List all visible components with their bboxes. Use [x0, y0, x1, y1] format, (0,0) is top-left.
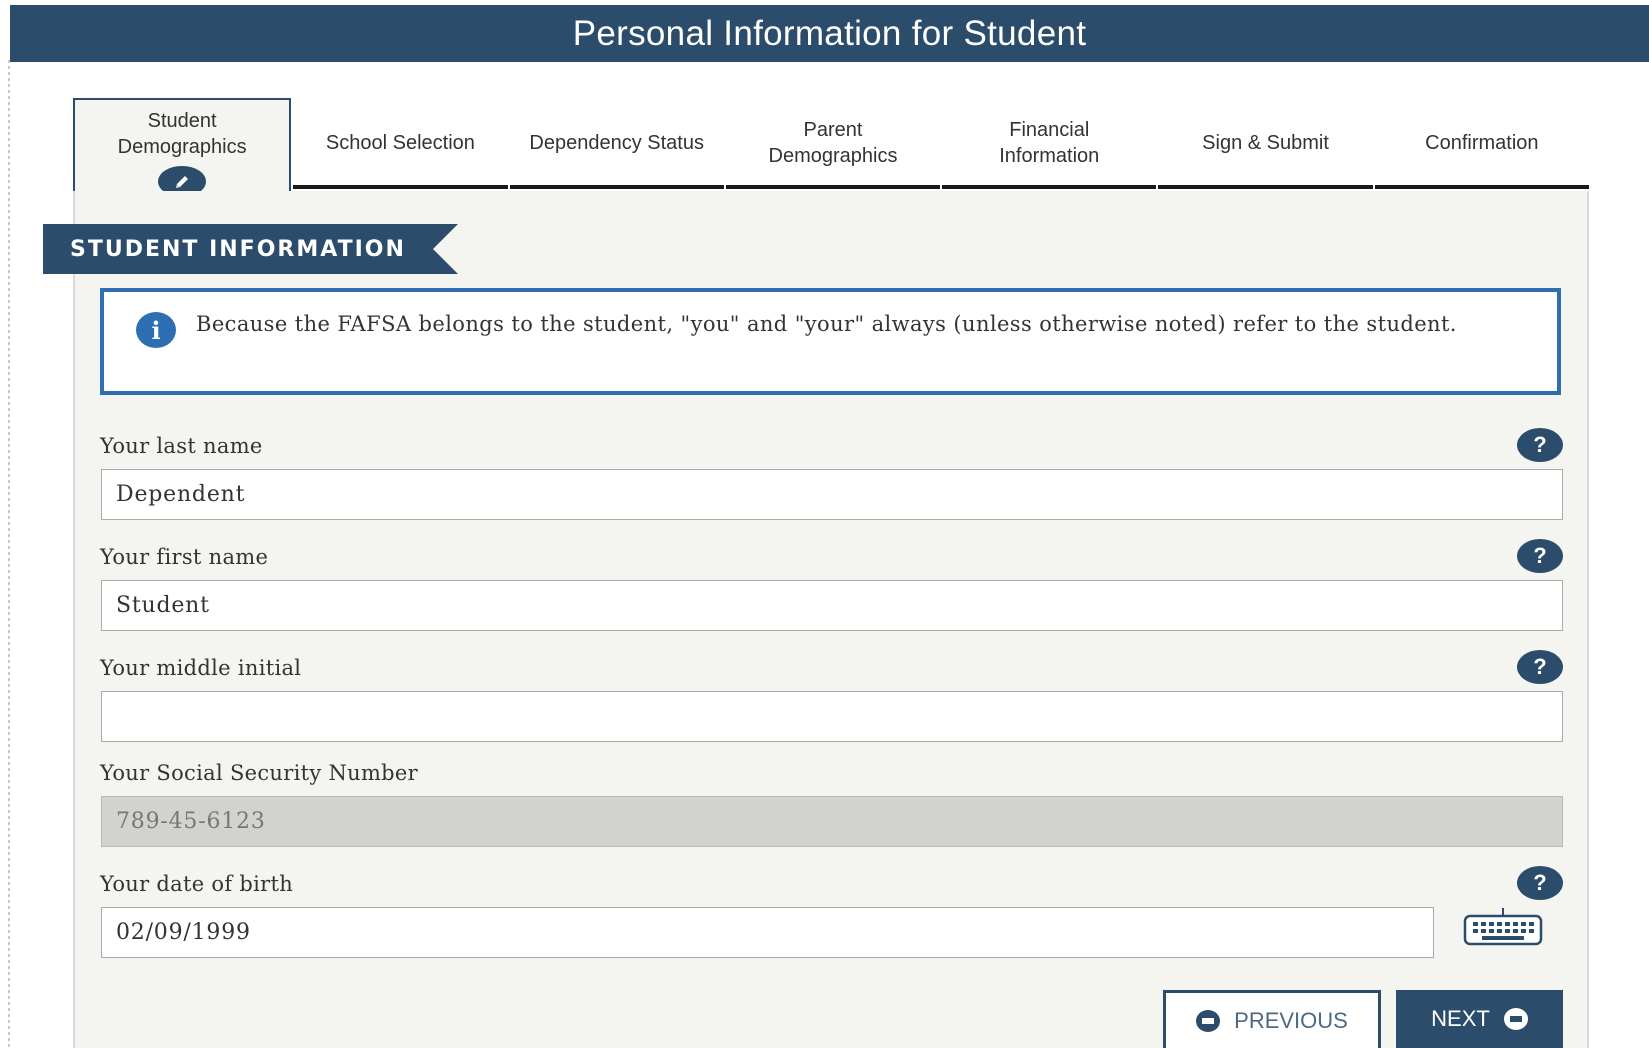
dob-help-icon[interactable]: ? [1517, 866, 1563, 900]
last-name-input[interactable] [101, 469, 1563, 520]
previous-button-label: PREVIOUS [1234, 1007, 1348, 1033]
middle-initial-label: Your middle initial [100, 656, 302, 680]
next-button-label: NEXT [1431, 1006, 1490, 1031]
tab-label: Student Demographics [117, 110, 247, 158]
first-name-input[interactable] [101, 580, 1563, 631]
tab-label: Confirmation [1425, 131, 1539, 154]
page-title: Personal Information for Student [572, 13, 1087, 53]
dob-label: Your date of birth [100, 872, 294, 896]
tab-parent-demographics[interactable]: Parent Demographics [725, 100, 941, 189]
dob-input[interactable] [101, 907, 1434, 958]
tab-label: Parent Demographics [768, 118, 898, 167]
middle-initial-input[interactable] [101, 691, 1563, 742]
tab-label: Dependency Status [529, 131, 704, 154]
tab-dependency-status[interactable]: Dependency Status [509, 100, 724, 189]
page-left-border [8, 60, 10, 1048]
tab-label: School Selection [325, 131, 475, 154]
info-notice: i Because the FAFSA belongs to the stude… [100, 288, 1561, 395]
progress-tabs: Student Demographics School Selection De… [73, 98, 1589, 197]
last-name-label: Your last name [100, 434, 263, 458]
info-text: Because the FAFSA belongs to the student… [196, 312, 1457, 336]
tab-label: Financial Information [999, 118, 1100, 167]
section-heading: STUDENT INFORMATION [70, 237, 406, 262]
fafsa-page: Personal Information for Student Student… [0, 0, 1649, 1048]
arrow-left-icon [1196, 1009, 1221, 1032]
last-name-help-icon[interactable]: ? [1517, 428, 1563, 462]
first-name-help-icon[interactable]: ? [1517, 539, 1563, 573]
tab-confirmation[interactable]: Confirmation [1374, 100, 1589, 189]
first-name-label: Your first name [100, 545, 269, 569]
keyboard-icon[interactable] [1462, 907, 1544, 947]
middle-initial-help-icon[interactable]: ? [1517, 650, 1563, 684]
ssn-input [101, 796, 1563, 847]
tab-financial-information[interactable]: Financial Information [942, 100, 1157, 189]
ssn-label: Your Social Security Number [100, 761, 418, 785]
arrow-right-icon [1503, 1008, 1528, 1030]
next-button[interactable]: NEXT [1396, 990, 1563, 1048]
tab-school-selection[interactable]: School Selection [293, 100, 508, 189]
previous-button[interactable]: PREVIOUS [1163, 990, 1381, 1048]
tab-label: Sign & Submit [1202, 131, 1329, 154]
info-icon: i [136, 312, 176, 348]
page-title-bar: Personal Information for Student [10, 5, 1649, 62]
tab-student-demographics[interactable]: Student Demographics [73, 98, 292, 197]
tab-sign-submit[interactable]: Sign & Submit [1158, 100, 1373, 189]
